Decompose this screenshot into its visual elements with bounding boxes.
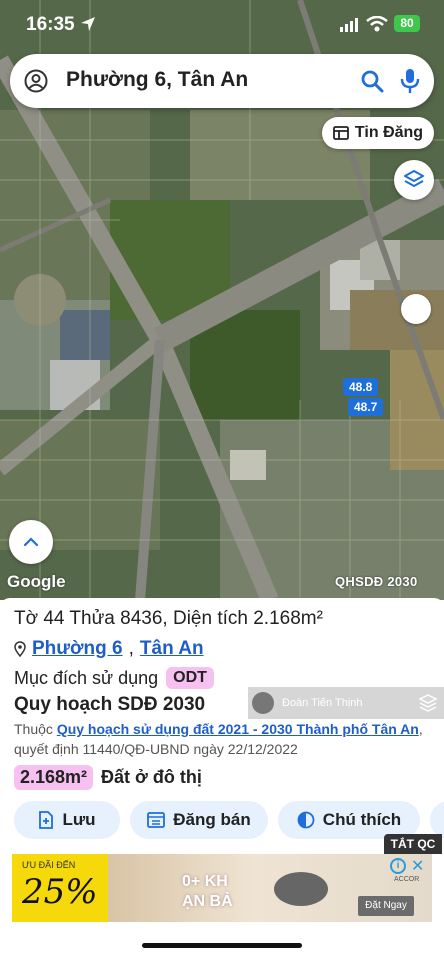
contrast-icon [297, 811, 315, 829]
map-location-marker[interactable] [401, 294, 431, 324]
listings-button-label: Tin Đăng [354, 124, 424, 141]
account-icon[interactable] [24, 69, 48, 93]
search-location-text[interactable]: Phường 6, Tân An [66, 68, 248, 92]
ad-cta-button[interactable]: Đặt Ngay [358, 896, 414, 916]
ad-photo [274, 872, 328, 906]
expand-panel-button[interactable] [9, 520, 53, 564]
wifi-icon [366, 16, 388, 32]
parcel-location: Phường 6, Tân An [14, 638, 204, 660]
purpose-code-badge: ODT [166, 667, 214, 689]
save-plus-icon [39, 811, 54, 829]
desc-prefix: Thuộc [14, 721, 53, 737]
avatar [252, 692, 274, 714]
land-area-row: 2.168m² Đất ở đô thị [14, 765, 202, 790]
ad-promo-small: ƯU ĐÃI ĐẾN [22, 860, 76, 870]
layers-button[interactable] [394, 160, 434, 200]
microphone-icon[interactable] [400, 68, 420, 94]
ad-brand: ACCOR [394, 876, 420, 883]
search-bar[interactable]: Phường 6, Tân An [10, 54, 434, 108]
plan-title: Quy hoạch SDĐ 2030 [14, 694, 206, 715]
search-icon[interactable] [360, 69, 384, 93]
map-layer-label: QHSDĐ 2030 [335, 574, 418, 589]
purpose-label: Mục đích sử dụng [14, 667, 159, 688]
satellite-map[interactable]: 16:35 80 Phường 6, Tân An Tin Đăng 48.8 … [0, 0, 444, 600]
save-button[interactable]: Lưu [14, 801, 120, 839]
ad-close-icon[interactable]: ✕ [411, 856, 424, 876]
land-use-purpose: Mục đích sử dụng ODT [14, 667, 214, 689]
sell-button-label: Đăng bán [173, 810, 251, 829]
parcel-title: Tờ 44 Thửa 8436, Diện tích 2.168m² [14, 608, 323, 629]
city-link[interactable]: Tân An [140, 638, 204, 660]
layers-icon [418, 694, 438, 712]
ward-link[interactable]: Phường 6 [32, 638, 123, 660]
listings-button[interactable]: Tin Đăng [322, 117, 434, 149]
close-ad-button[interactable]: TẮT QC [384, 834, 442, 854]
ad-headline-line2: ẠN BẢ [182, 893, 233, 910]
user-name: Đoàn Tiến Thịnh [282, 697, 363, 709]
location-arrow-icon [81, 17, 95, 31]
home-indicator[interactable] [142, 943, 302, 948]
location-separator: , [128, 638, 134, 659]
action-buttons: Lưu Đăng bán Chú thích [14, 801, 444, 839]
listing-icon [333, 126, 349, 140]
ad-promo-percent: 25% [22, 872, 98, 912]
google-attribution: Google [7, 572, 66, 591]
plan-description: Thuộc Quy hoạch sử dụng đất 2021 - 2030 … [14, 719, 434, 759]
status-bar: 16:35 80 [0, 10, 444, 40]
area-badge: 2.168m² [14, 765, 94, 790]
battery-indicator: 80 [394, 15, 420, 32]
signal-icon [340, 18, 358, 32]
parcel-info-panel: Tờ 44 Thửa 8436, Diện tích 2.168m² Phườn… [0, 598, 444, 959]
ad-banner[interactable]: ƯU ĐÃI ĐẾN 25% 0+ KH ẠN BẢ i ✕ ACCOR Đặt… [12, 854, 432, 922]
user-watermark: Đoàn Tiến Thịnh [248, 687, 444, 719]
status-time: 16:35 [26, 14, 75, 35]
ad-headline-line1: 0+ KH [182, 873, 228, 890]
sell-button[interactable]: Đăng bán [130, 801, 268, 839]
land-type: Đất ở đô thị [101, 767, 202, 787]
parcel-tag[interactable]: 48.8 [343, 378, 379, 396]
ad-info-icon[interactable]: i [390, 858, 406, 874]
save-button-label: Lưu [62, 810, 96, 829]
layers-icon [404, 170, 424, 187]
legend-button-label: Chú thích [322, 810, 402, 829]
pin-icon [14, 641, 26, 657]
listing-icon [147, 812, 166, 828]
ad-headline: 0+ KH ẠN BẢ [182, 872, 233, 912]
chevron-up-icon [23, 537, 39, 547]
plan-link[interactable]: Quy hoạch sử dụng đất 2021 - 2030 Thành … [57, 721, 419, 737]
parcel-tag[interactable]: 48.7 [348, 398, 384, 416]
